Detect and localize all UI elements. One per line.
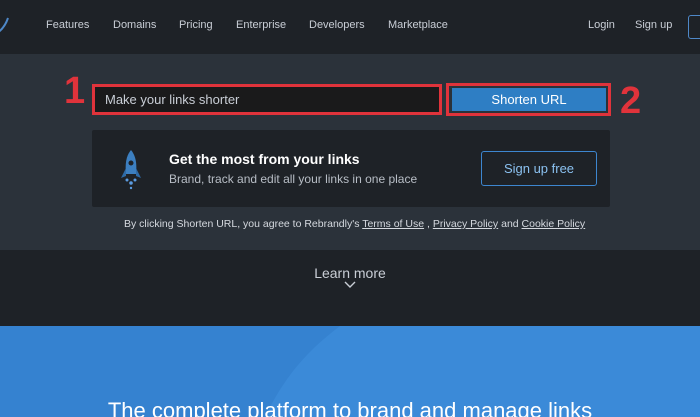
- privacy-link[interactable]: Privacy Policy: [433, 218, 498, 230]
- nav-enterprise[interactable]: Enterprise: [236, 19, 286, 31]
- cookie-link[interactable]: Cookie Policy: [522, 218, 586, 230]
- legal-notice: By clicking Shorten URL, you agree to Re…: [124, 218, 585, 230]
- url-input[interactable]: [92, 84, 442, 115]
- banner-title: The complete platform to brand and manag…: [107, 398, 593, 417]
- nav-developers[interactable]: Developers: [309, 19, 365, 31]
- login-link[interactable]: Login: [588, 19, 615, 31]
- logo-icon[interactable]: [0, 16, 10, 36]
- promo-title: Get the most from your links: [169, 151, 360, 167]
- terms-link[interactable]: Terms of Use: [362, 218, 424, 230]
- nav-domains[interactable]: Domains: [113, 19, 156, 31]
- legal-prefix: By clicking Shorten URL, you agree to Re…: [124, 218, 360, 230]
- nav-cta-button[interactable]: [688, 15, 700, 39]
- nav-marketplace[interactable]: Marketplace: [388, 19, 448, 31]
- top-nav: Features Domains Pricing Enterprise Deve…: [0, 0, 700, 54]
- legal-and: and: [498, 218, 522, 230]
- promo-subtitle: Brand, track and edit all your links in …: [169, 172, 418, 186]
- nav-pricing[interactable]: Pricing: [179, 19, 213, 31]
- annotation-number-1: 1: [64, 70, 86, 112]
- chevron-down-icon[interactable]: [344, 280, 356, 290]
- legal-sep: ,: [424, 218, 433, 230]
- signup-link[interactable]: Sign up: [635, 19, 672, 31]
- learn-more-link[interactable]: Learn more: [0, 265, 700, 281]
- signup-free-button[interactable]: Sign up free: [481, 151, 597, 186]
- rocket-icon: [121, 150, 141, 190]
- nav-features[interactable]: Features: [46, 19, 89, 31]
- shorten-url-button[interactable]: Shorten URL: [452, 88, 606, 111]
- annotation-number-2: 2: [620, 80, 642, 122]
